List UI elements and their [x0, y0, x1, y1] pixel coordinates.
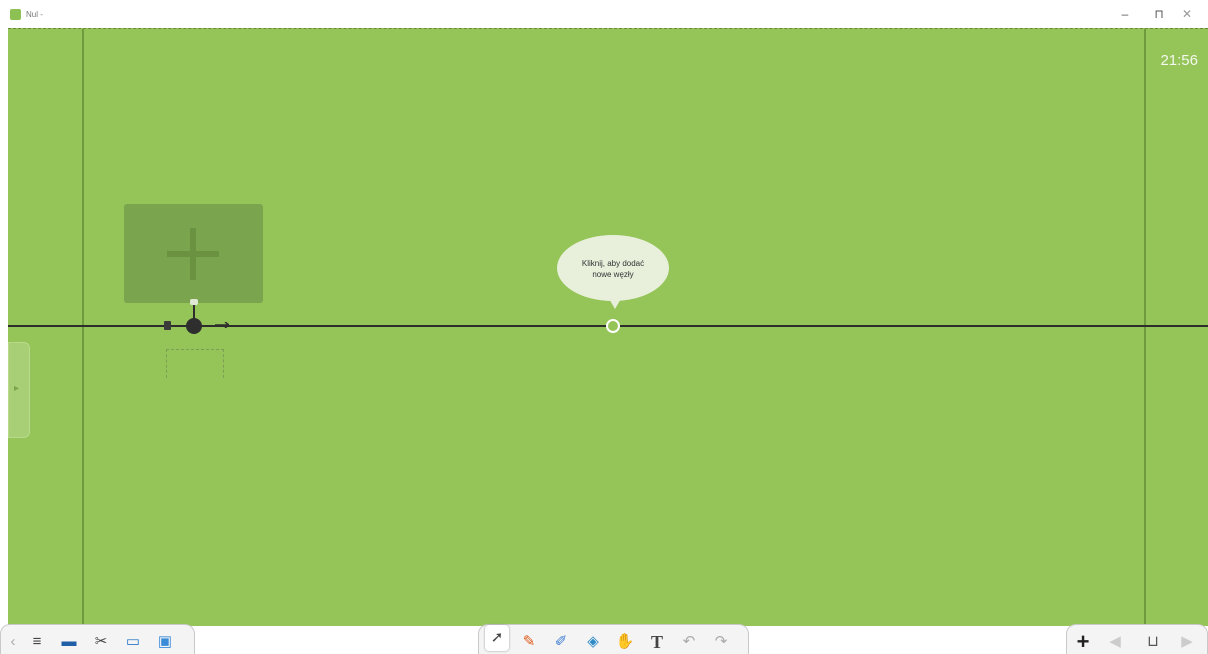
plus-icon-bar	[167, 251, 219, 257]
chevron-left-icon[interactable]: ‹	[3, 632, 23, 652]
hint-bubble: Kliknij, aby dodać nowe węzły	[557, 235, 669, 301]
prev-page-icon[interactable]: ◀	[1105, 632, 1125, 652]
clock-display: 21:56	[1160, 52, 1198, 69]
tools-icon[interactable]: ✂	[91, 632, 111, 652]
left-toolbar: ‹ ≡ ▬ ✂ ▭ ▣	[0, 624, 195, 654]
window-title: Nul -	[26, 10, 43, 19]
left-margin-guide	[82, 29, 84, 627]
move-arrows-icon[interactable]	[215, 322, 229, 328]
add-page-icon[interactable]: +	[1073, 631, 1093, 653]
right-toolbar: + ◀ ⊔ ▶	[1066, 624, 1208, 654]
select-arrow-icon[interactable]: ➚	[485, 625, 509, 651]
eraser-icon[interactable]: ✋	[615, 632, 635, 652]
add-content-card[interactable]	[124, 204, 263, 303]
undo-icon[interactable]: ↶	[679, 632, 699, 652]
title-bar: Nul - – ⊓ ✕	[0, 0, 1208, 28]
redo-icon[interactable]: ↷	[711, 632, 731, 652]
chevron-right-icon: ▸	[14, 383, 20, 394]
minimize-button[interactable]: –	[1110, 5, 1140, 23]
right-margin-guide	[1144, 29, 1146, 627]
hint-line-1: Kliknij, aby dodać	[581, 259, 645, 268]
add-node-point[interactable]	[606, 319, 620, 333]
node-connector	[193, 305, 195, 319]
whiteboard-canvas[interactable]: 21:56 Kliknij, aby dodać nowe węzły ▸	[8, 28, 1208, 627]
menu-icon[interactable]: ≡	[27, 632, 47, 652]
highlighter-icon[interactable]: ✐	[551, 632, 571, 652]
node-placeholder[interactable]	[166, 349, 224, 378]
center-toolbar: ➚ ✎ ✐ ◈ ✋ T ↶ ↷	[478, 624, 749, 654]
trash-icon[interactable]	[164, 321, 171, 330]
hint-bubble-tail	[608, 297, 622, 309]
next-page-icon[interactable]: ▶	[1177, 632, 1197, 652]
pen-icon[interactable]: ✎	[519, 632, 539, 652]
display-icon[interactable]: ▬	[59, 632, 79, 652]
app-logo-icon	[10, 9, 21, 20]
fill-icon[interactable]: ◈	[583, 632, 603, 652]
close-button[interactable]: ✕	[1172, 5, 1202, 23]
timeline-node[interactable]	[186, 318, 202, 334]
image-icon[interactable]: ▣	[155, 632, 175, 652]
page-sorter-icon[interactable]: ⊔	[1143, 632, 1163, 652]
hint-line-2: nowe węzły	[592, 270, 634, 279]
folder-icon[interactable]: ▭	[123, 632, 143, 652]
maximize-button[interactable]: ⊓	[1144, 5, 1174, 23]
side-panel-tab[interactable]: ▸	[8, 342, 30, 438]
text-icon[interactable]: T	[647, 632, 667, 652]
